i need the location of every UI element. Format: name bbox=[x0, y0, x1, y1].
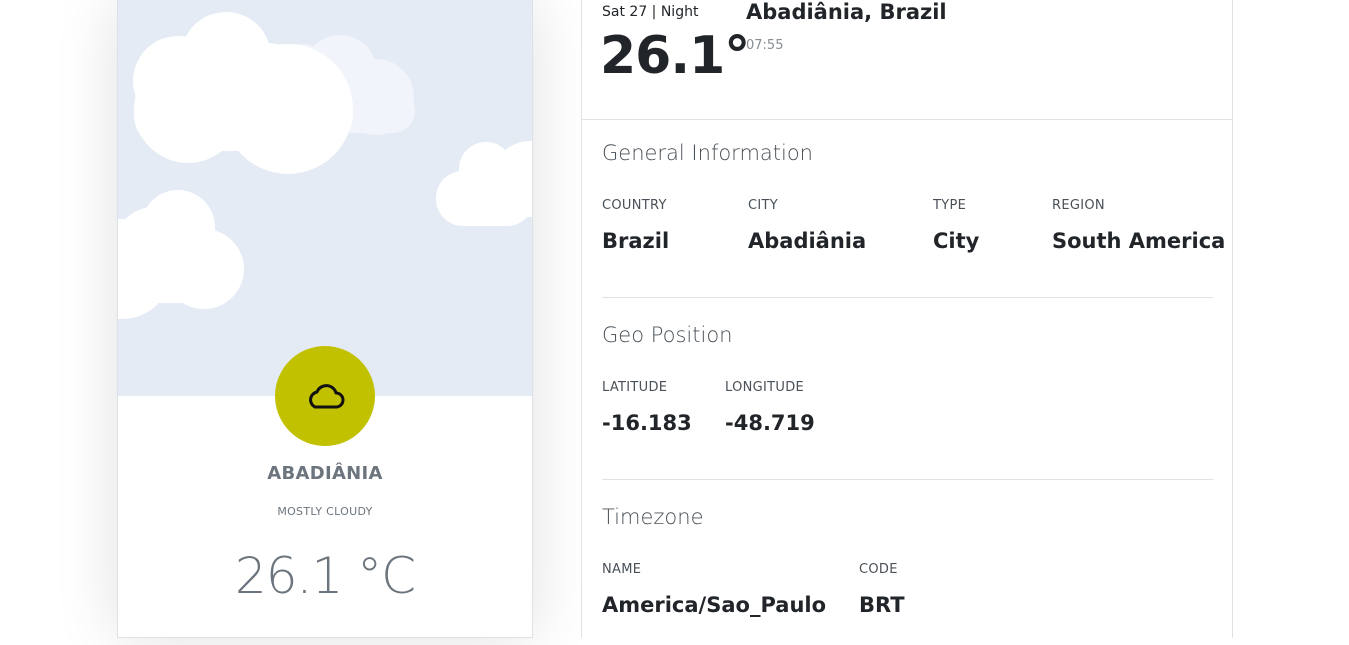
card-city-name: ABADIÂNIA bbox=[267, 463, 383, 484]
field-label: CITY bbox=[748, 198, 778, 213]
field-label: NAME bbox=[602, 562, 642, 577]
field-label: CODE bbox=[859, 562, 898, 577]
field-label: REGION bbox=[1052, 198, 1105, 213]
weather-card: ABADIÂNIA MOSTLY CLOUDY 26.1 °C bbox=[117, 0, 533, 638]
field-timezone-code: CODE BRT bbox=[859, 562, 905, 617]
field-longitude: LONGITUDE -48.719 bbox=[725, 380, 815, 435]
field-value: Brazil bbox=[602, 229, 670, 253]
current-temperature: 26.1° bbox=[600, 26, 750, 86]
field-value: South America bbox=[1052, 229, 1226, 253]
cloud-icon bbox=[309, 384, 345, 409]
field-value: City bbox=[933, 229, 980, 253]
field-label: LATITUDE bbox=[602, 380, 668, 395]
field-label: LONGITUDE bbox=[725, 380, 805, 395]
section-divider bbox=[602, 297, 1213, 298]
field-latitude: LATITUDE -16.183 bbox=[602, 380, 692, 435]
day-label: Sat 27 | Night bbox=[602, 4, 699, 20]
field-label: COUNTRY bbox=[602, 198, 667, 213]
weather-icon-badge bbox=[275, 346, 375, 446]
field-type: TYPE City bbox=[933, 198, 979, 253]
local-time: 07:55 bbox=[746, 38, 784, 53]
card-condition: MOSTLY CLOUDY bbox=[277, 505, 373, 518]
field-country: COUNTRY Brazil bbox=[602, 198, 669, 253]
sky-illustration bbox=[118, 0, 532, 396]
clouds-illustration bbox=[118, 12, 532, 319]
field-value: Abadiânia bbox=[748, 229, 867, 253]
section-divider bbox=[602, 479, 1213, 480]
field-region: REGION South America bbox=[1052, 198, 1225, 253]
location-name: Abadiânia, Brazil bbox=[746, 0, 947, 24]
timezone-section: Timezone NAME America/Sao_Paulo CODE BRT bbox=[602, 505, 1213, 645]
section-title-general: General Information bbox=[602, 141, 813, 165]
section-title-timezone: Timezone bbox=[602, 505, 704, 529]
field-city: CITY Abadiânia bbox=[748, 198, 866, 253]
field-value: BRT bbox=[859, 593, 905, 617]
section-title-geo: Geo Position bbox=[602, 323, 733, 347]
general-information-section: General Information COUNTRY Brazil CITY … bbox=[602, 141, 1225, 301]
card-temperature: 26.1 °C bbox=[234, 547, 416, 605]
field-timezone-name: NAME America/Sao_Paulo bbox=[602, 562, 826, 617]
geo-position-section: Geo Position LATITUDE -16.183 LONGITUDE … bbox=[602, 323, 1213, 483]
field-label: TYPE bbox=[933, 198, 967, 213]
details-panel: Sat 27 | Night 26.1° Abadiânia, Brazil 0… bbox=[581, 0, 1233, 638]
field-value: America/Sao_Paulo bbox=[602, 593, 827, 617]
details-header: Sat 27 | Night 26.1° Abadiânia, Brazil 0… bbox=[582, 0, 1232, 120]
field-value: -48.719 bbox=[725, 411, 815, 435]
field-value: -16.183 bbox=[602, 411, 692, 435]
